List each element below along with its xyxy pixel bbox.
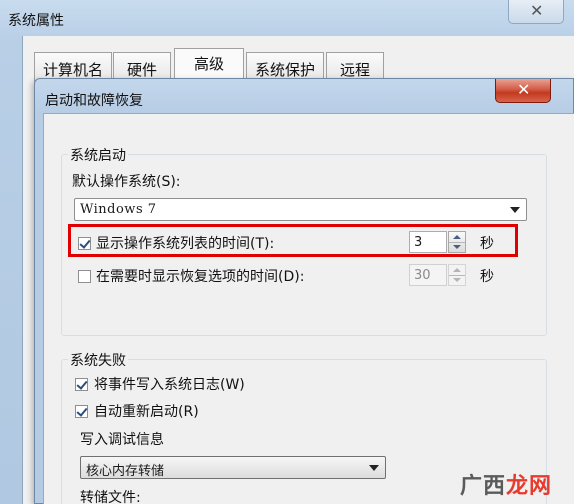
watermark: 广西龙网 bbox=[460, 468, 552, 500]
spin-down-icon bbox=[453, 245, 461, 249]
show-recovery-label: 在需要时显示恢复选项的时间(D): bbox=[96, 269, 305, 285]
spin-down-icon bbox=[453, 278, 461, 282]
startup-group-legend: 系统启动 bbox=[68, 145, 128, 165]
default-os-label: 默认操作系统(S): bbox=[72, 174, 181, 190]
chevron-down-icon bbox=[369, 465, 379, 471]
spin-up-icon bbox=[453, 235, 461, 239]
window-title: 系统属性 bbox=[8, 13, 64, 29]
seconds-unit-label: 秒 bbox=[480, 236, 494, 252]
startup-recovery-dialog: 启动和故障恢复 ✕ 系统启动 默认操作系统(S): Windows 7 显示操作… bbox=[34, 78, 574, 504]
show-recovery-checkbox[interactable] bbox=[78, 270, 91, 283]
debug-info-select[interactable]: 核心内存转储 bbox=[80, 456, 386, 479]
auto-restart-label: 自动重新启动(R) bbox=[94, 404, 199, 420]
watermark-prefix: 广西 bbox=[460, 474, 507, 499]
window-close-button[interactable]: ✕ bbox=[508, 0, 564, 24]
default-os-value: Windows 7 bbox=[80, 202, 157, 217]
dialog-close-button[interactable]: ✕ bbox=[495, 79, 551, 103]
tab-advanced[interactable]: 高级 bbox=[174, 48, 244, 82]
write-event-label: 将事件写入系统日志(W) bbox=[94, 377, 245, 393]
debug-info-label: 写入调试信息 bbox=[80, 432, 164, 448]
show-os-list-spinner[interactable] bbox=[448, 231, 466, 253]
show-recovery-seconds-input[interactable]: 30 bbox=[409, 264, 447, 286]
failure-group-legend: 系统失败 bbox=[68, 350, 128, 370]
show-os-list-label: 显示操作系统列表的时间(T): bbox=[96, 236, 275, 252]
show-os-list-checkbox[interactable] bbox=[78, 237, 91, 250]
show-os-list-seconds-value: 3 bbox=[414, 235, 423, 250]
show-recovery-spinner[interactable] bbox=[448, 264, 466, 286]
write-event-checkbox[interactable] bbox=[75, 378, 88, 391]
debug-info-value: 核心内存转储 bbox=[86, 464, 165, 479]
close-icon: ✕ bbox=[530, 1, 544, 20]
dump-file-label: 转储文件: bbox=[80, 490, 141, 504]
watermark-accent: 龙网 bbox=[506, 474, 553, 499]
chevron-down-icon bbox=[510, 207, 520, 213]
dialog-title: 启动和故障恢复 bbox=[45, 93, 143, 109]
auto-restart-checkbox[interactable] bbox=[75, 405, 88, 418]
spin-up-icon bbox=[453, 268, 461, 272]
show-os-list-seconds-input[interactable]: 3 bbox=[409, 231, 447, 253]
show-recovery-seconds-value: 30 bbox=[414, 268, 431, 283]
seconds-unit-label-2: 秒 bbox=[480, 269, 494, 285]
default-os-select[interactable]: Windows 7 bbox=[74, 198, 527, 221]
close-icon: ✕ bbox=[517, 80, 531, 99]
dialog-client-area: 系统启动 默认操作系统(S): Windows 7 显示操作系统列表的时间(T)… bbox=[43, 113, 574, 504]
